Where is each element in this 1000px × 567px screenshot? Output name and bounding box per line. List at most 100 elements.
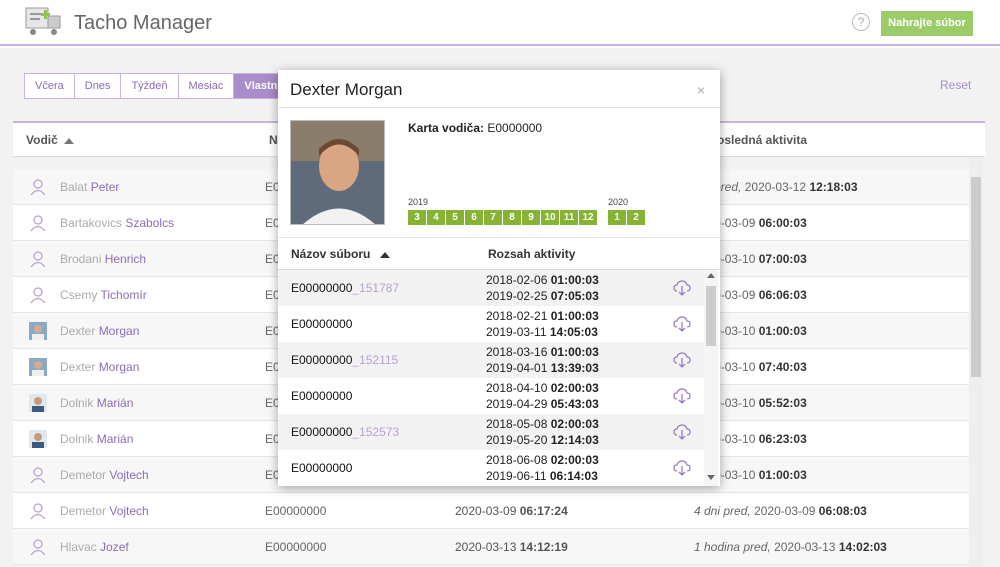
activity-range: 2018-06-08 02:00:03 2019-06-11 06:14:03 [486,453,599,483]
driver-name[interactable]: Bartakovics Szabolcs [60,216,174,230]
table-row[interactable]: E00000000 2018-02-21 01:00:03 2019-03-11 … [278,306,704,342]
table-scrollbar-thumb[interactable] [971,177,981,377]
files-table-body: E00000000_151787 2018-02-06 01:00:03 2019… [278,270,704,486]
cloud-download-icon[interactable] [673,316,691,332]
months-2020: 1 2 [608,210,646,225]
driver-photo-avatar [29,322,47,340]
user-icon [30,215,46,232]
driver-name[interactable]: Hlavac Jozef [60,540,129,554]
driver-detail-modal: Dexter Morgan × Karta vodiča: E0000000 2… [278,70,720,486]
table-scrollbar[interactable] [969,157,983,567]
card-number: E00000000 [265,540,327,554]
files-scrollbar-thumb[interactable] [706,286,716,346]
sort-asc-icon [63,137,74,144]
file-name: E00000000_151787 [291,281,400,295]
month-button[interactable]: 2 [627,210,645,225]
tab-vcera[interactable]: Včera [24,73,75,99]
month-button[interactable]: 4 [427,210,445,225]
file-name: E00000000_152115 [291,353,399,367]
activity-range: 2018-05-08 02:00:03 2019-05-20 12:14:03 [486,417,599,447]
user-icon [30,467,46,484]
driver-photo-avatar [29,394,47,412]
cloud-download-icon[interactable] [673,424,691,440]
tab-dnes[interactable]: Dnes [73,73,122,99]
month-button[interactable]: 11 [560,210,578,225]
activity-range: 2018-04-10 02:00:03 2019-04-29 05:43:03 [486,381,599,411]
tab-mesiac[interactable]: Mesiac [177,73,235,99]
upload-date: 2020-03-09 06:17:24 [455,504,568,518]
month-button[interactable]: 7 [484,210,502,225]
driver-photo-avatar [29,430,47,448]
column-last-activity[interactable]: Posledná aktivita [709,133,807,147]
month-button[interactable]: 6 [465,210,483,225]
column-file-name[interactable]: Názov súboru [291,247,391,261]
sort-asc-icon [380,251,391,258]
divider [278,107,720,108]
user-icon [30,251,46,268]
last-activity: 1 hodina pred, 2020-03-13 14:02:03 [694,540,887,554]
driver-name[interactable]: Dolnik Marián [60,432,133,446]
app-header: Tacho Manager ? Nahrajte súbor [0,0,1000,46]
close-icon[interactable]: × [697,82,705,98]
month-button[interactable]: 3 [408,210,426,225]
app-title: Tacho Manager [74,12,212,34]
file-name: E00000000_152573 [291,425,400,439]
file-name: E00000000 [291,461,353,475]
cloud-download-icon[interactable] [673,388,691,404]
table-row[interactable]: Demetor Vojtech E00000000 2020-03-09 06:… [13,493,969,529]
table-row[interactable]: E00000000_152573 2018-05-08 02:00:03 2019… [278,414,704,450]
driver-name[interactable]: Demetor Vojtech [60,468,149,482]
table-row[interactable]: E00000000_152115 2018-03-16 01:00:03 2019… [278,342,704,378]
driver-name[interactable]: Brodani Henrich [60,252,146,266]
month-button[interactable]: 9 [522,210,540,225]
year-label-2019: 2019 [408,197,429,207]
column-card[interactable]: N [269,133,278,147]
year-label-2020: 2020 [608,197,629,207]
driver-card-label: Karta vodiča: E0000000 [408,121,543,135]
driver-name[interactable]: Balat Peter [60,180,119,194]
driver-name[interactable]: Demetor Vojtech [60,504,149,518]
upload-file-button[interactable]: Nahrajte súbor [881,11,973,36]
modal-title: Dexter Morgan [290,80,403,99]
file-name: E00000000 [291,317,353,331]
month-button[interactable]: 5 [446,210,464,225]
column-activity-range[interactable]: Rozsah aktivity [488,247,575,261]
scroll-up-icon[interactable] [707,273,715,278]
files-table-header: Názov súboru Rozsah aktivity [278,237,720,270]
driver-name[interactable]: Dexter Morgan [60,324,139,338]
cloud-download-icon[interactable] [673,280,691,296]
table-row[interactable]: E00000000 2018-04-10 02:00:03 2019-04-29 … [278,378,704,414]
reset-link[interactable]: Reset [940,78,971,92]
table-row[interactable]: Hlavac Jozef E00000000 2020-03-13 14:12:… [13,529,969,565]
table-row[interactable]: E00000000_151787 2018-02-06 01:00:03 2019… [278,270,704,306]
tab-tyzden[interactable]: Týždeň [120,73,179,99]
month-button[interactable]: 1 [608,210,626,225]
file-name: E00000000 [291,389,353,403]
user-icon [30,503,46,520]
driver-name[interactable]: Dexter Morgan [60,360,139,374]
activity-range: 2018-03-16 01:00:03 2019-04-01 13:39:03 [486,345,599,375]
user-icon [30,539,46,556]
month-button[interactable]: 12 [579,210,597,225]
files-scrollbar[interactable] [704,270,718,486]
driver-name[interactable]: Dolnik Marián [60,396,133,410]
table-row[interactable]: E00000000 2018-06-08 02:00:03 2019-06-11 … [278,450,704,486]
help-icon[interactable]: ? [852,13,870,31]
column-driver[interactable]: Vodič [26,133,74,147]
card-number: E00000000 [265,504,327,518]
month-button[interactable]: 10 [541,210,559,225]
user-icon [30,179,46,196]
scroll-down-icon[interactable] [707,475,715,480]
month-button[interactable]: 8 [503,210,521,225]
driver-name[interactable]: Csemy Tichomír [60,288,147,302]
activity-range: 2018-02-06 01:00:03 2019-02-25 07:05:03 [486,273,599,303]
months-2019: 3 4 5 6 7 8 9 10 11 12 [408,210,598,225]
cloud-download-icon[interactable] [673,460,691,476]
activity-range: 2018-02-21 01:00:03 2019-03-11 14:05:03 [486,309,599,339]
user-icon [30,287,46,304]
cloud-download-icon[interactable] [673,352,691,368]
driver-photo [290,120,385,225]
driver-photo-avatar [29,358,47,376]
truck-logo-icon [25,7,61,35]
last-activity: 4 dni pred, 2020-03-09 06:08:03 [694,504,867,518]
